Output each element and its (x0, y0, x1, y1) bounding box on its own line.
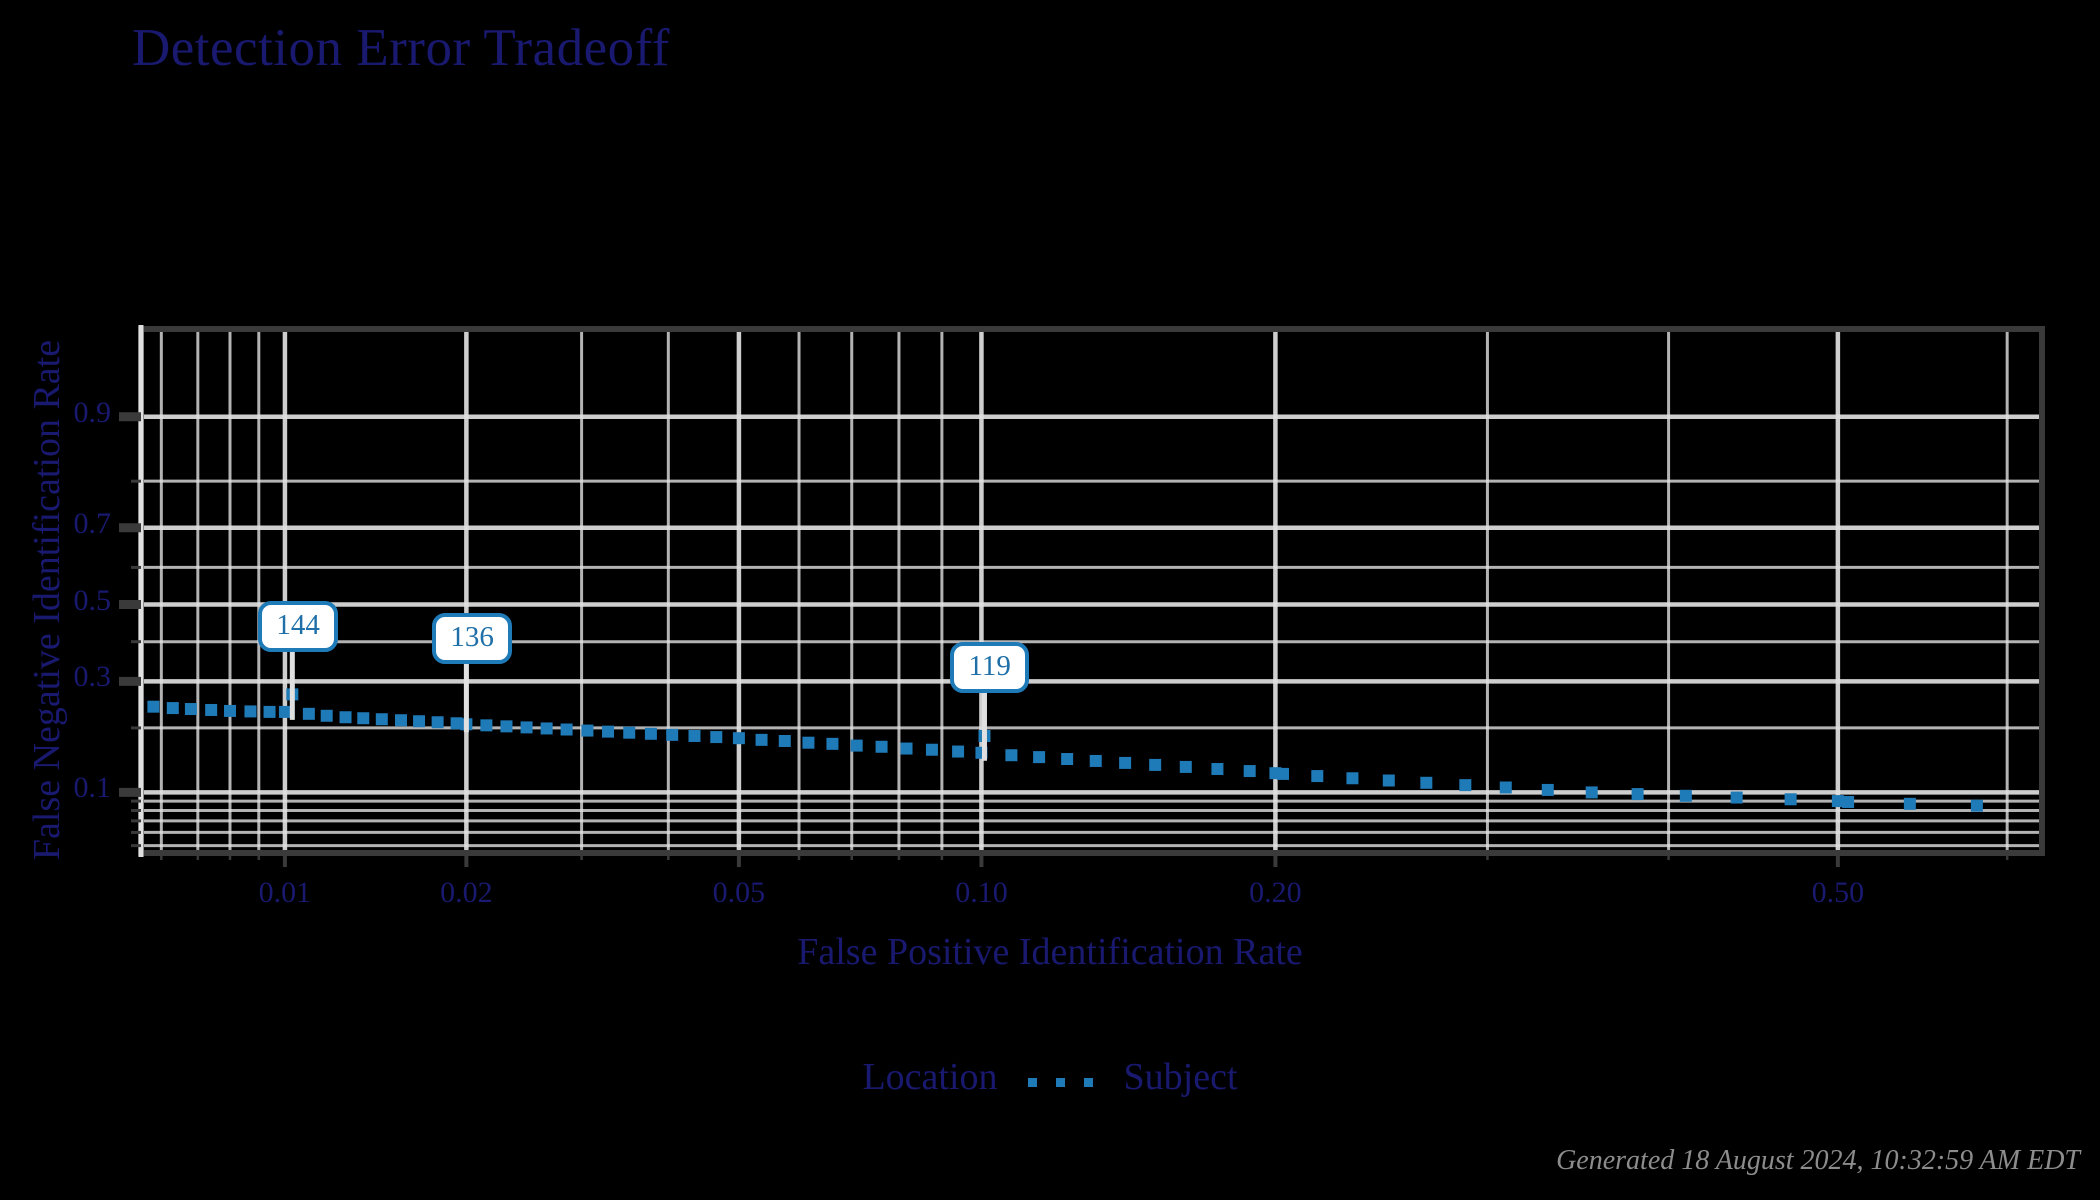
y-tick-label: 0.1 (73, 771, 112, 805)
data-callout[interactable]: 144 (258, 600, 338, 652)
chart-canvas: Detection Error Tradeoff False Negative … (0, 0, 2100, 1200)
gridlines (141, 329, 2042, 853)
plot-frame (138, 325, 2045, 857)
y-tick-label: 0.9 (73, 395, 112, 429)
y-tick-label: 0.5 (73, 583, 112, 617)
data-callout[interactable]: 136 (432, 613, 512, 665)
legend-label-subject: Subject (1123, 1056, 1238, 1098)
legend-label-location: Location (862, 1056, 998, 1098)
generated-timestamp: Generated 18 August 2024, 10:32:59 AM ED… (1556, 1145, 2080, 1176)
x-tick-label: 0.05 (712, 876, 766, 909)
y-tick-label: 0.7 (73, 506, 112, 540)
callout-leaders (289, 626, 987, 761)
x-tick-label: 0.20 (1249, 876, 1302, 909)
y-tick-label: 0.3 (73, 660, 112, 694)
legend-line-sample (1024, 1061, 1098, 1099)
x-tick-label: 0.02 (440, 876, 493, 909)
x-tick-label: 0.50 (1811, 876, 1865, 909)
x-tick-label: 0.01 (258, 876, 312, 909)
data-callout[interactable]: 119 (950, 641, 1029, 693)
legend: Location Subject (0, 1055, 2100, 1099)
x-tick-label: 0.10 (955, 876, 1008, 909)
